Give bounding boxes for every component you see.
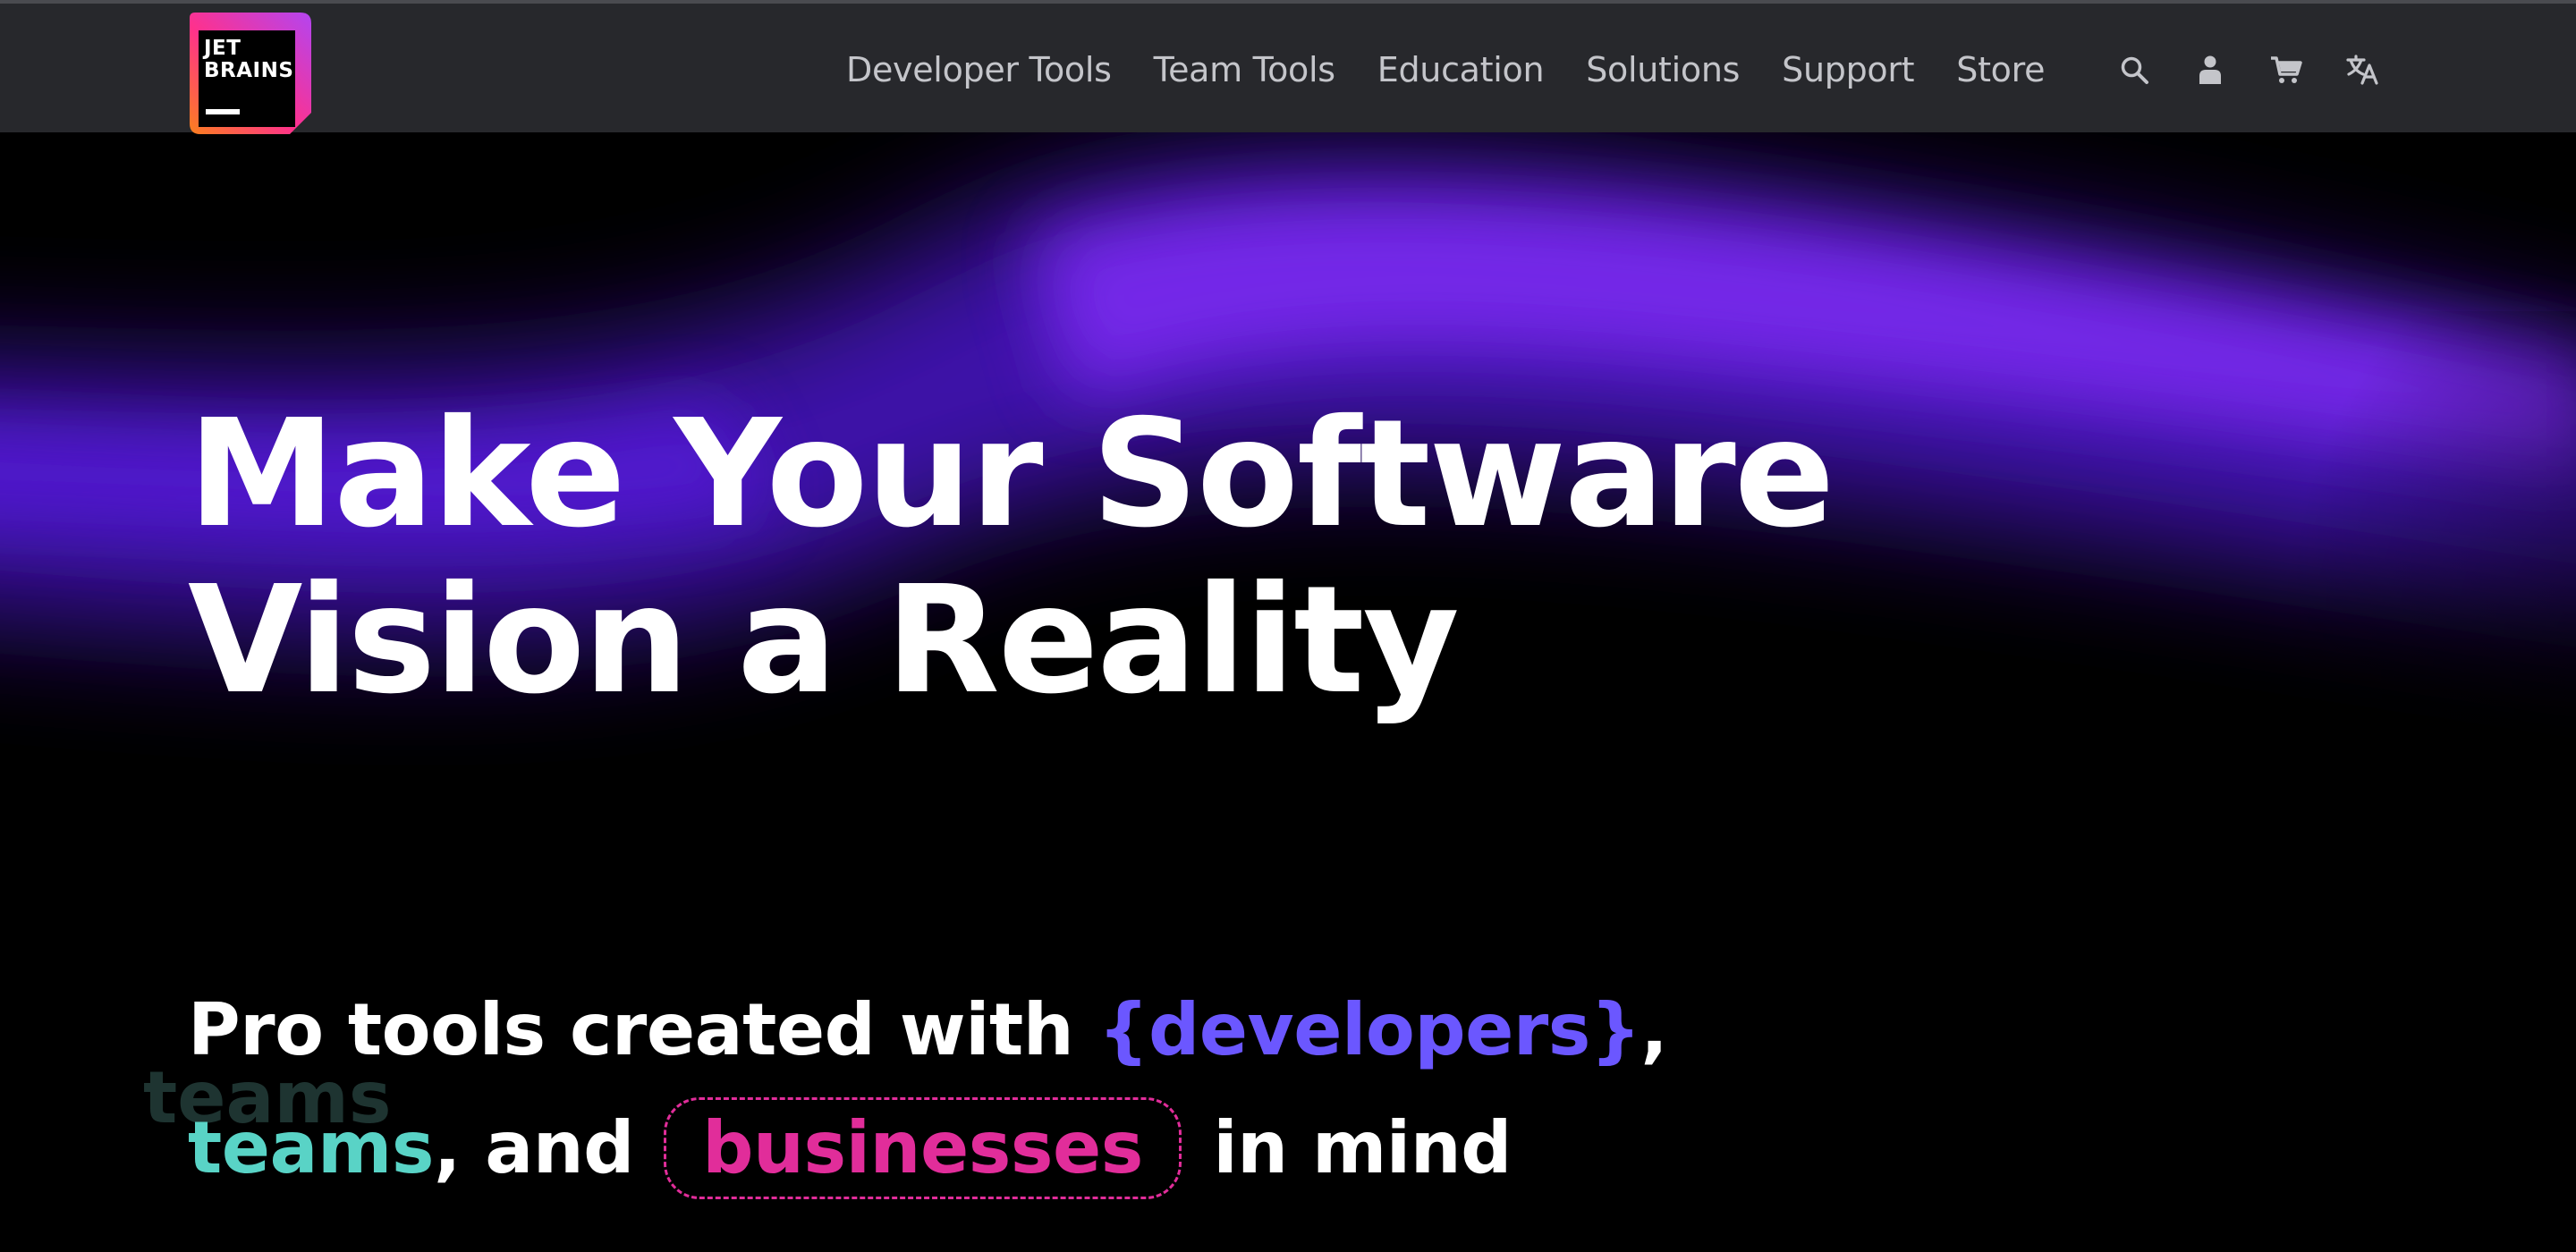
subline-comma: , [1640,988,1668,1071]
logo-underscore [206,109,240,114]
hero-section: Make Your Software Vision a Reality team… [0,132,2576,1252]
language-icon[interactable] [2344,52,2380,88]
page: JET BRAINS Developer Tools Team Tools Ed… [0,0,2576,1252]
keyword-teams: teams [188,1106,434,1189]
nav-store[interactable]: Store [1956,50,2045,89]
main-nav: Developer Tools Team Tools Education Sol… [846,4,2087,136]
subline-and: , and [433,1106,634,1189]
nav-developer-tools[interactable]: Developer Tools [846,50,1112,89]
jetbrains-logo[interactable]: JET BRAINS [186,7,315,136]
nav-solutions[interactable]: Solutions [1586,50,1740,89]
hero-headline: Make Your Software Vision a Reality [188,388,1835,727]
headline-line-2: Vision a Reality [188,554,1460,727]
subline-row-2: teams, and businesses in mind [188,1089,1667,1207]
keyword-developers: {developers} [1097,988,1641,1071]
user-icon[interactable] [2192,52,2228,88]
subline-row-1: Pro tools created with {developers}, [188,971,1668,1089]
nav-team-tools[interactable]: Team Tools [1154,50,1335,89]
top-navigation-bar: JET BRAINS Developer Tools Team Tools Ed… [0,0,2576,134]
logo-wordmark: JET BRAINS [204,37,294,82]
headline-line-1: Make Your Software [188,388,1835,561]
nav-education[interactable]: Education [1377,50,1545,89]
nav-icon-group [2116,4,2420,136]
keyword-businesses: businesses [664,1097,1182,1199]
hero-subheadline: Pro tools created with {developers}, tea… [188,971,1668,1207]
nav-support[interactable]: Support [1782,50,1914,89]
subline-suffix: in mind [1213,1106,1512,1189]
cart-icon[interactable] [2268,52,2304,88]
search-icon[interactable] [2116,52,2152,88]
subline-prefix: Pro tools created with [188,988,1098,1071]
